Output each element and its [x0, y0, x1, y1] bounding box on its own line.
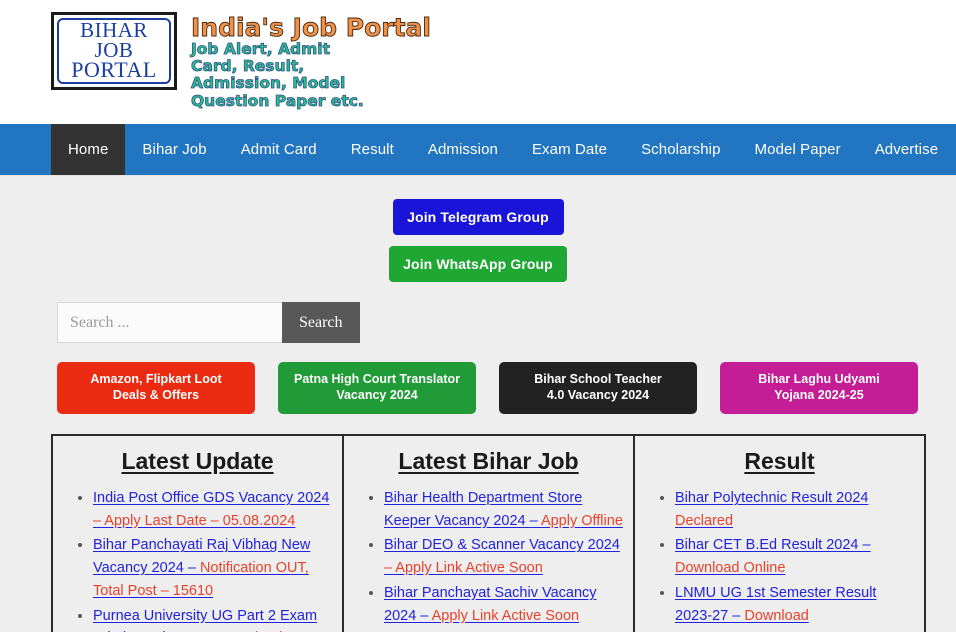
listing-link-main: Bihar Polytechnic Result 2024: [675, 490, 869, 506]
list-item: LNMU UG 1st Semester Result 2023-27 – Do…: [675, 582, 914, 627]
main-navigation: Home Bihar Job Admit Card Result Admission Ex…: [0, 124, 956, 176]
list-item: Purnea University UG Part 2 Exam Admit C…: [93, 605, 332, 632]
logo-inner: BIHAR JOB PORTAL: [57, 18, 171, 84]
nav-item-admission[interactable]: Admission: [411, 124, 515, 175]
listing-link[interactable]: Bihar Panchayati Raj Vibhag New Vacancy …: [93, 537, 310, 598]
tagline-main: India's Job Portal: [191, 13, 432, 42]
list-item: Bihar Health Department Store Keeper Vac…: [384, 487, 623, 532]
search-button[interactable]: Search: [282, 302, 360, 343]
site-logo[interactable]: BIHAR JOB PORTAL India's Job Portal Job …: [51, 12, 431, 110]
listing-link[interactable]: LNMU UG 1st Semester Result 2023-27 – Do…: [675, 585, 876, 624]
promo-banner[interactable]: Bihar Laghu Udyami Yojana 2024-25: [720, 362, 918, 414]
promo-banner-text: Bihar Laghu Udyami Yojana 2024-25: [758, 372, 880, 403]
listing-link-main: India Post Office GDS Vacancy 2024: [93, 490, 330, 506]
nav-item-bihar-job[interactable]: Bihar Job: [125, 124, 223, 175]
listing-column: Latest Update India Post Office GDS Vacan…: [53, 436, 342, 632]
main-content: Join Telegram Group Join WhatsApp Group …: [0, 176, 956, 632]
list-item: Bihar Panchayati Raj Vibhag New Vacancy …: [93, 534, 332, 602]
listing-link-suffix: Declared: [675, 512, 734, 529]
nav-item-admit-card[interactable]: Admit Card: [224, 124, 334, 175]
listing-column: Result Bihar Polytechnic Result 2024 Decl…: [633, 436, 924, 632]
tagline-sub: Job Alert, Admit Card, Result, Admission…: [191, 39, 365, 110]
listing-columns: Latest Update India Post Office GDS Vacan…: [51, 434, 926, 632]
nav-item-home[interactable]: Home: [51, 124, 126, 175]
promo-banner-line1: Bihar School Teacher: [534, 372, 662, 387]
promo-banner-text: Bihar School Teacher 4.0 Vacancy 2024: [534, 372, 662, 403]
list-item: Bihar CET B.Ed Result 2024 – Download On…: [675, 534, 914, 579]
promo-banner-text: Patna High Court Translator Vacancy 2024: [294, 372, 460, 403]
listing-link[interactable]: Bihar CET B.Ed Result 2024 – Download On…: [675, 537, 871, 576]
listing-link-suffix: Apply Link Active Soon: [431, 607, 580, 624]
join-telegram-button[interactable]: Join Telegram Group: [392, 199, 564, 235]
promo-banner-line2: Yojana 2024-25: [774, 388, 864, 402]
listing-link[interactable]: Purnea University UG Part 2 Exam Admit C…: [93, 608, 317, 632]
site-tagline: India's Job Portal Job Alert, Admit Card…: [191, 13, 432, 110]
listing-link[interactable]: India Post Office GDS Vacancy 2024 – App…: [93, 490, 329, 529]
logo-box: BIHAR JOB PORTAL: [51, 12, 177, 90]
listing-list: Bihar Polytechnic Result 2024 DeclaredBi…: [645, 487, 914, 632]
listing-column-title: Result: [744, 448, 815, 474]
list-item: Bihar Panchayat Sachiv Vacancy 2024 – Ap…: [384, 582, 623, 627]
group-join-buttons: Join Telegram Group Join WhatsApp Group: [0, 176, 956, 282]
nav-item-scholarship[interactable]: Scholarship: [624, 124, 737, 175]
search-input[interactable]: [57, 302, 282, 343]
logo-line-3: PORTAL: [71, 57, 157, 83]
promo-banner-text: Amazon, Flipkart Loot Deals & Offers: [90, 372, 221, 403]
promo-banner-line2: Deals & Offers: [112, 388, 200, 402]
promo-banner-line1: Bihar Laghu Udyami: [758, 372, 880, 387]
listing-link[interactable]: Bihar Polytechnic Result 2024 Declared: [675, 490, 868, 529]
promo-banner-row: Amazon, Flipkart Loot Deals & Offers Patna…: [57, 362, 918, 414]
listing-column-title: Latest Update: [121, 448, 274, 474]
join-whatsapp-button[interactable]: Join WhatsApp Group: [389, 246, 567, 282]
list-item: Bihar Polytechnic Result 2024 Declared: [675, 487, 914, 532]
nav-item-model-paper[interactable]: Model Paper: [738, 124, 858, 175]
list-item: Bihar DEO & Scanner Vacancy 2024 – Apply…: [384, 534, 623, 579]
listing-link-suffix: – Apply Link Active Soon: [384, 560, 543, 577]
listing-column-title: Latest Bihar Job: [398, 448, 579, 474]
listing-column: Latest Bihar Job Bihar Health Department …: [342, 436, 633, 632]
promo-banner[interactable]: Patna High Court Translator Vacancy 2024: [278, 362, 476, 414]
listing-link[interactable]: Bihar Panchayat Sachiv Vacancy 2024 – Ap…: [384, 585, 597, 624]
nav-item-exam-date[interactable]: Exam Date: [515, 124, 624, 175]
listing-link-suffix: Download Online: [675, 560, 786, 577]
promo-banner-line1: Amazon, Flipkart Loot: [90, 372, 222, 387]
listing-link-suffix: Apply Offline: [540, 512, 623, 529]
site-header: BIHAR JOB PORTAL India's Job Portal Job …: [0, 0, 956, 124]
listing-link-main: Bihar DEO & Scanner Vacancy 2024: [384, 537, 620, 554]
listing-link[interactable]: Bihar DEO & Scanner Vacancy 2024 – Apply…: [384, 537, 620, 576]
nav-item-advertise[interactable]: Advertise: [858, 124, 955, 175]
promo-banner-line1: Patna High Court Translator: [294, 372, 460, 387]
search-form: Search: [57, 302, 360, 343]
listing-link-main: Bihar CET B.Ed Result 2024 –: [675, 537, 871, 554]
promo-banner[interactable]: Amazon, Flipkart Loot Deals & Offers: [57, 362, 255, 414]
list-item: India Post Office GDS Vacancy 2024 – App…: [93, 487, 332, 532]
listing-link-suffix: Download: [744, 607, 809, 624]
listing-list: India Post Office GDS Vacancy 2024 – App…: [63, 487, 332, 632]
promo-banner[interactable]: Bihar School Teacher 4.0 Vacancy 2024: [499, 362, 697, 414]
listing-link-main: Purnea University UG Part 2 Exam Admit C…: [93, 607, 318, 632]
nav-item-result[interactable]: Result: [334, 124, 411, 175]
listing-list: Bihar Health Department Store Keeper Vac…: [354, 487, 623, 627]
listing-link[interactable]: Bihar Health Department Store Keeper Vac…: [384, 490, 623, 529]
listing-link-suffix: – Apply Last Date – 05.08.2024: [93, 512, 296, 529]
promo-banner-line2: Vacancy 2024: [336, 388, 418, 402]
promo-banner-line2: 4.0 Vacancy 2024: [546, 388, 650, 402]
